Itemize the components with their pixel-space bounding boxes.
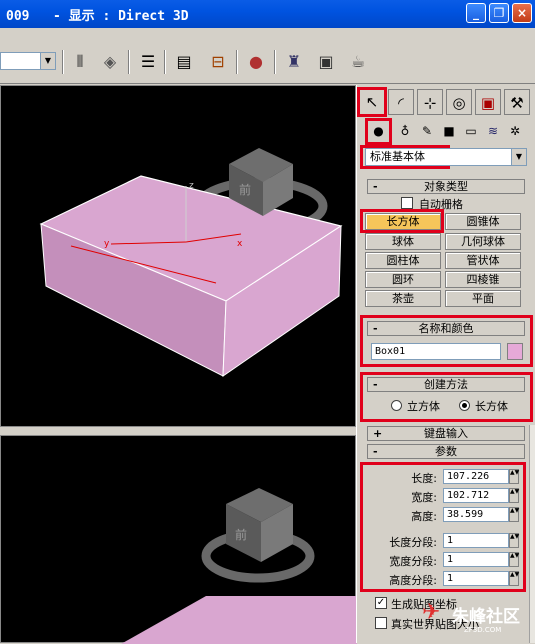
y-axis-label: y: [104, 239, 110, 249]
cylinder-button[interactable]: 圆柱体: [365, 252, 441, 269]
viewport-scene-2: 前: [121, 488, 357, 644]
teapot-button[interactable]: 茶壶: [365, 290, 441, 307]
plane-button[interactable]: 平面: [445, 290, 521, 307]
pyramid-button[interactable]: 四棱锥: [445, 271, 521, 288]
perspective-viewport[interactable]: z x y 前: [0, 85, 356, 427]
curve-editor-icon[interactable]: ▤: [172, 50, 196, 74]
box-radio[interactable]: [459, 400, 470, 411]
width-segs-label: 宽度分段:: [389, 555, 437, 568]
box-radio-label: 长方体: [475, 400, 508, 413]
name-color-rollout[interactable]: - 名称和颜色: [367, 321, 525, 336]
mirror-icon[interactable]: ⫴: [68, 50, 92, 74]
viewcube-front-label-2: 前: [235, 527, 247, 542]
viewport-scene: z x y 前: [39, 148, 343, 377]
length-segs-label: 长度分段:: [389, 536, 437, 549]
shapes-icon[interactable]: ♁: [395, 121, 415, 141]
tube-button[interactable]: 管状体: [445, 252, 521, 269]
gen-mapping-checkbox[interactable]: ✓: [375, 597, 387, 609]
viewport-divider[interactable]: [0, 427, 356, 435]
space-warps-icon[interactable]: ≋: [483, 121, 503, 141]
display-tab[interactable]: ▣: [475, 89, 501, 115]
length-field[interactable]: 107.226: [443, 469, 509, 484]
material-editor-icon[interactable]: ●: [244, 50, 268, 74]
quick-render-icon[interactable]: ☕: [346, 50, 370, 74]
creation-method-rollout[interactable]: - 创建方法: [367, 377, 525, 392]
close-button[interactable]: ×: [512, 3, 532, 23]
cameras-icon[interactable]: ■: [439, 121, 459, 141]
secondary-viewport[interactable]: 前: [0, 435, 357, 644]
height-field[interactable]: 38.599: [443, 507, 509, 522]
width-segs-spinner[interactable]: ▲▼: [509, 552, 519, 567]
viewcube-front-label: 前: [239, 182, 251, 197]
height-segs-label: 高度分段:: [389, 574, 437, 587]
object-color-swatch[interactable]: [507, 343, 523, 360]
cube-radio[interactable]: [391, 400, 402, 411]
length-label: 长度:: [411, 472, 437, 485]
chevron-down-icon[interactable]: ▼: [511, 149, 526, 165]
height-segs-spinner[interactable]: ▲▼: [509, 571, 519, 586]
toolbar-separator: [274, 50, 276, 74]
box-partial-face[interactable]: [121, 596, 357, 644]
modify-tab[interactable]: ◜: [388, 89, 414, 115]
render-setup-icon[interactable]: ♜: [282, 50, 306, 74]
sphere-button[interactable]: 球体: [365, 233, 441, 250]
render-frame-icon[interactable]: ▣: [314, 50, 338, 74]
category-dropdown[interactable]: 标准基本体 ▼: [365, 148, 527, 166]
keyboard-entry-rollout[interactable]: + 键盘输入: [367, 426, 525, 441]
width-spinner[interactable]: ▲▼: [509, 488, 519, 503]
box-button[interactable]: 长方体: [365, 213, 441, 230]
geosphere-button[interactable]: 几何球体: [445, 233, 521, 250]
window-title: 009 - 显示 : Direct 3D: [6, 9, 189, 24]
toolbar-separator: [164, 50, 166, 74]
motion-tab[interactable]: ◎: [446, 89, 472, 115]
toolbar-separator: [236, 50, 238, 74]
main-toolbar: ▼ ⫴ ◈ ☰ ▤ ⊟ ● ♜ ▣ ☕: [0, 28, 535, 84]
toolbar-separator: [62, 50, 64, 74]
create-tab[interactable]: ↖: [357, 87, 387, 117]
toolbar-separator: [128, 50, 130, 74]
width-field[interactable]: 102.712: [443, 488, 509, 503]
command-panel: ↖ ◜ ⊹ ◎ ▣ ⚒ ● ♁ ✎ ■ ▭ ≋ ✲ 标准基本体 ▼ - 对象类型 …: [356, 85, 535, 643]
parameters-rollout[interactable]: - 参数: [367, 444, 525, 459]
length-segs-spinner[interactable]: ▲▼: [509, 533, 519, 548]
object-type-rollout[interactable]: - 对象类型: [367, 179, 525, 194]
width-label: 宽度:: [411, 491, 437, 504]
systems-icon[interactable]: ✲: [505, 121, 525, 141]
geometry-icon[interactable]: ●: [365, 118, 392, 145]
width-segs-field[interactable]: 1: [443, 552, 509, 567]
logo-icon: ✈: [422, 600, 441, 625]
lights-icon[interactable]: ✎: [417, 121, 437, 141]
object-name-field[interactable]: Box01: [371, 343, 501, 360]
x-axis-label: x: [237, 239, 243, 249]
helpers-icon[interactable]: ▭: [461, 121, 481, 141]
selection-set-dropdown[interactable]: ▼: [0, 52, 56, 70]
torus-button[interactable]: 圆环: [365, 271, 441, 288]
height-segs-field[interactable]: 1: [443, 571, 509, 586]
cone-button[interactable]: 圆锥体: [445, 213, 521, 230]
length-spinner[interactable]: ▲▼: [509, 469, 519, 484]
real-world-checkbox[interactable]: [375, 617, 387, 629]
chevron-down-icon[interactable]: ▼: [40, 53, 55, 69]
z-axis-label: z: [189, 181, 194, 191]
watermark-logo: ✈ 朱峰社区 ZF3D.COM: [422, 600, 520, 634]
title-bar: 009 - 显示 : Direct 3D _ ❐ ×: [0, 0, 535, 28]
layer-manager-icon[interactable]: ☰: [136, 50, 160, 74]
length-segs-field[interactable]: 1: [443, 533, 509, 548]
height-spinner[interactable]: ▲▼: [509, 507, 519, 522]
cube-radio-label: 立方体: [407, 400, 440, 413]
autogrid-checkbox[interactable]: [401, 197, 413, 209]
height-label: 高度:: [411, 510, 437, 523]
minimize-button[interactable]: _: [466, 3, 486, 23]
utilities-tab[interactable]: ⚒: [504, 89, 530, 115]
align-icon[interactable]: ◈: [98, 50, 122, 74]
schematic-view-icon[interactable]: ⊟: [206, 50, 230, 74]
restore-button[interactable]: ❐: [489, 3, 509, 23]
hierarchy-tab[interactable]: ⊹: [417, 89, 443, 115]
